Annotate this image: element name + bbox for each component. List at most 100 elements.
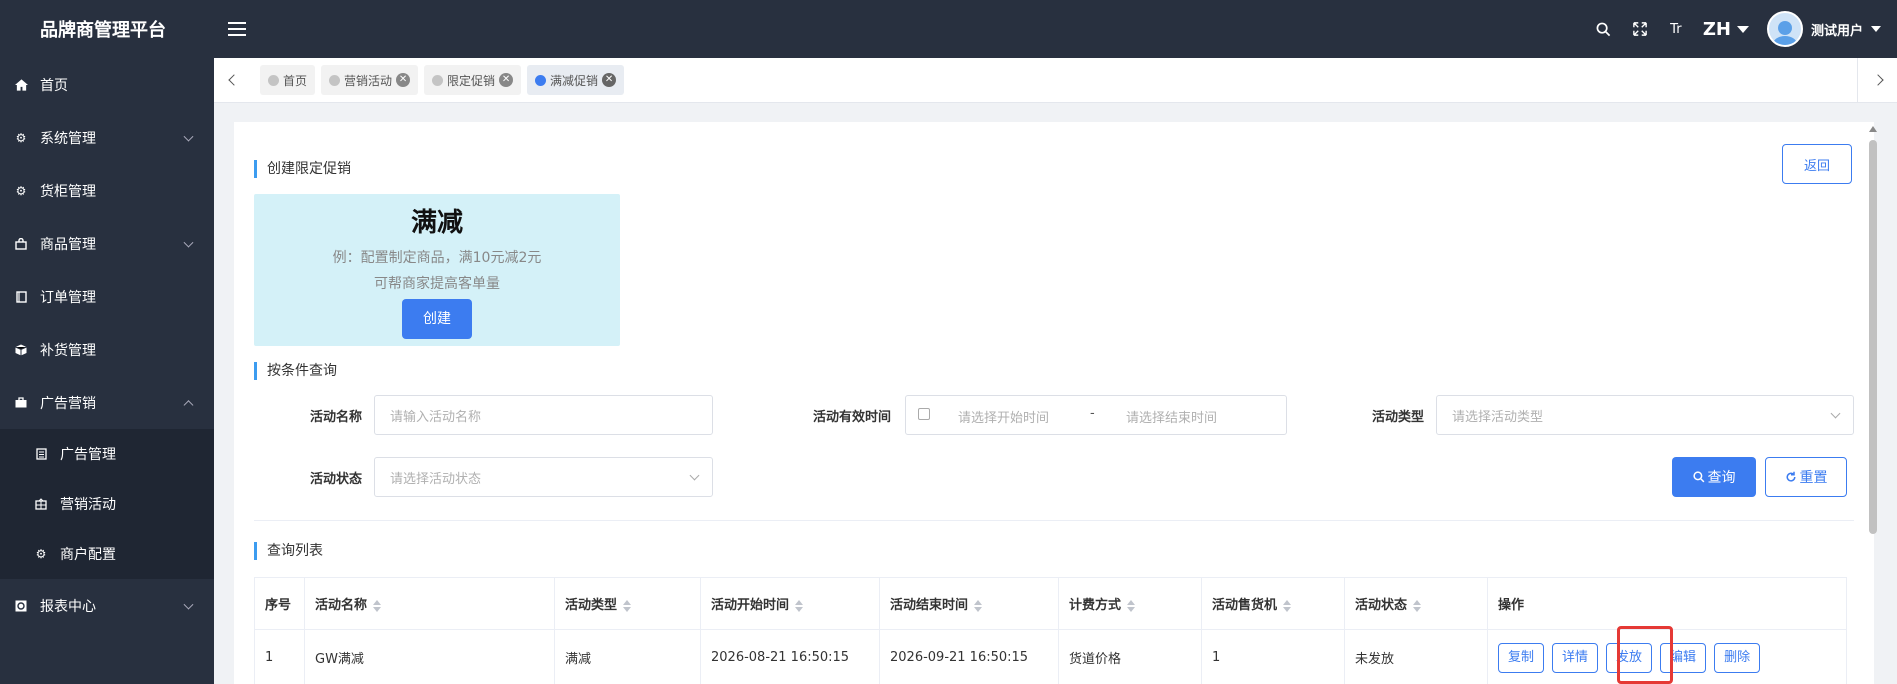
tab-label: 限定促销 [447,73,496,88]
query-label: 查询 [1707,470,1736,486]
user-name: 测试用户 [1810,23,1863,39]
font-size-icon[interactable]: Tr [1667,20,1685,38]
sort-icon[interactable] [373,599,382,612]
tab-dot-icon [432,74,444,86]
delete-button[interactable]: 删除 [1714,642,1761,673]
list-icon [34,447,48,461]
activity-time-range[interactable]: 请选择开始时间 - 请选择结束时间 [905,395,1287,435]
close-icon[interactable]: ✕ [396,73,411,87]
cell-billing: 货道价格 [1058,629,1202,684]
column-header[interactable]: 计费方式 [1058,577,1202,630]
promo-card: 满减 例：配置制定商品，满10元减2元 可帮商家提高客单量 创建 [254,194,620,346]
sidebar-item-system[interactable]: ⚙ 系统管理 [0,111,214,164]
sidebar-item-ad-management[interactable]: 广告管理 [0,429,214,479]
sort-icon[interactable] [1413,599,1422,612]
column-header[interactable]: 活动开始时间 [700,577,880,630]
top-bar: 品牌商管理平台 Tr ZH 测试用户 [0,0,1897,58]
sort-icon[interactable] [974,599,983,612]
close-icon[interactable]: ✕ [602,73,617,87]
reset-label: 重置 [1799,470,1828,486]
sidebar-item-label: 货柜管理 [40,183,96,200]
sidebar-item-marketing[interactable]: 营销活动 [0,479,214,529]
tab-label: 营销活动 [344,73,393,88]
tab-full-reduction[interactable]: 满减促销 ✕ [527,65,625,95]
sidebar-item-cabinet[interactable]: ⚙ 货柜管理 [0,164,214,217]
avatar [1766,11,1803,47]
create-button[interactable]: 创建 [402,299,472,339]
vertical-scrollbar[interactable] [1868,126,1878,684]
chevron-up-icon [183,399,194,410]
promo-title: 满减 [410,208,463,238]
search-icon[interactable] [1595,20,1613,38]
tab-home[interactable]: 首页 [260,65,316,95]
activity-status-select[interactable]: 请选择活动状态 [374,457,713,497]
cell-actions: 复制 详情 发放 编辑 删除 [1487,629,1847,684]
column-header[interactable]: 活动结束时间 [879,577,1059,630]
issue-button[interactable]: 发放 [1606,642,1653,673]
user-menu[interactable]: 测试用户 [1766,11,1881,47]
end-time-input[interactable]: 请选择结束时间 [1126,407,1217,426]
language-label: ZH [1702,18,1731,40]
chevron-left-icon [228,74,240,86]
sidebar-item-merchant-config[interactable]: ⚙ 商户配置 [0,529,214,579]
start-time-input[interactable]: 请选择开始时间 [958,407,1049,426]
back-button[interactable]: 返回 [1782,144,1852,184]
close-icon[interactable]: ✕ [499,73,514,87]
activity-time-label: 活动有效时间 [813,410,892,425]
caret-down-icon [1871,26,1881,32]
column-header[interactable]: 活动类型 [554,577,701,630]
sort-icon[interactable] [623,599,632,612]
table-header-row: 序号 活动名称 活动类型 活动开始时间 活动结束时间 计费方式 活动售货机 活动… [254,577,1847,630]
promo-desc-line1: 例：配置制定商品，满10元减2元 [332,250,542,266]
chart-icon [14,599,28,613]
fullscreen-icon[interactable] [1631,20,1649,38]
sidebar-item-ads[interactable]: 广告营销 [0,376,214,429]
column-header[interactable]: 活动名称 [304,577,555,630]
list-section-title: 查询列表 [254,542,323,560]
filter-section-title: 按条件查询 [254,362,337,380]
cell-machines: 1 [1201,629,1345,684]
tabs-bar: 首页 营销活动 ✕ 限定促销 ✕ 满减促销 ✕ [214,57,1897,103]
detail-button[interactable]: 详情 [1552,642,1599,673]
reset-button[interactable]: 重置 [1765,457,1847,497]
cell-status: 未发放 [1344,629,1488,684]
promo-desc-line2: 可帮商家提高客单量 [374,276,500,292]
gear-icon: ⚙ [35,547,47,561]
tabs-scroll-right[interactable] [1857,57,1897,103]
copy-button[interactable]: 复制 [1498,642,1545,673]
menu-toggle-icon[interactable] [228,22,246,36]
sidebar-item-goods[interactable]: 商品管理 [0,217,214,270]
gear-icon: ⚙ [15,130,27,145]
sidebar-item-orders[interactable]: 订单管理 [0,270,214,323]
tabs-scroll-left[interactable] [214,58,254,103]
activity-type-select[interactable]: 请选择活动类型 [1436,395,1854,435]
sidebar-item-label: 广告营销 [40,395,96,412]
home-icon [14,78,28,92]
column-header[interactable]: 活动状态 [1344,577,1488,630]
language-select[interactable]: ZH [1703,19,1749,40]
tab-dot-icon [268,74,279,86]
query-button[interactable]: 查询 [1672,457,1756,497]
scroll-up-icon[interactable] [1869,126,1877,132]
sort-icon[interactable] [1127,599,1136,612]
sidebar-item-home[interactable]: 首页 [0,58,214,111]
tab-marketing[interactable]: 营销活动 ✕ [321,65,419,95]
tab-label: 满减促销 [550,73,599,88]
chevron-down-icon [183,599,194,610]
table-row: 1 GW满减 满减 2026-08-21 16:50:15 2026-09-21… [254,629,1847,684]
sort-icon[interactable] [1283,599,1292,612]
sort-icon[interactable] [795,599,804,612]
cell-end-time: 2026-09-21 16:50:15 [879,629,1059,684]
ads-submenu: 广告管理 营销活动 ⚙ 商户配置 [0,429,214,579]
activity-name-input[interactable]: 请输入活动名称 [374,395,713,435]
sidebar-item-restock[interactable]: 补货管理 [0,323,214,376]
tab-limited-promo[interactable]: 限定促销 ✕ [424,65,522,95]
edit-button[interactable]: 编辑 [1660,642,1707,673]
chevron-down-icon [183,237,194,248]
chevron-right-icon [1871,74,1884,86]
sidebar-item-reports[interactable]: 报表中心 [0,579,214,632]
app-title: 品牌商管理平台 [40,20,166,41]
cell-type: 满减 [554,629,701,684]
scroll-thumb[interactable] [1869,140,1877,534]
column-header[interactable]: 活动售货机 [1201,577,1345,630]
